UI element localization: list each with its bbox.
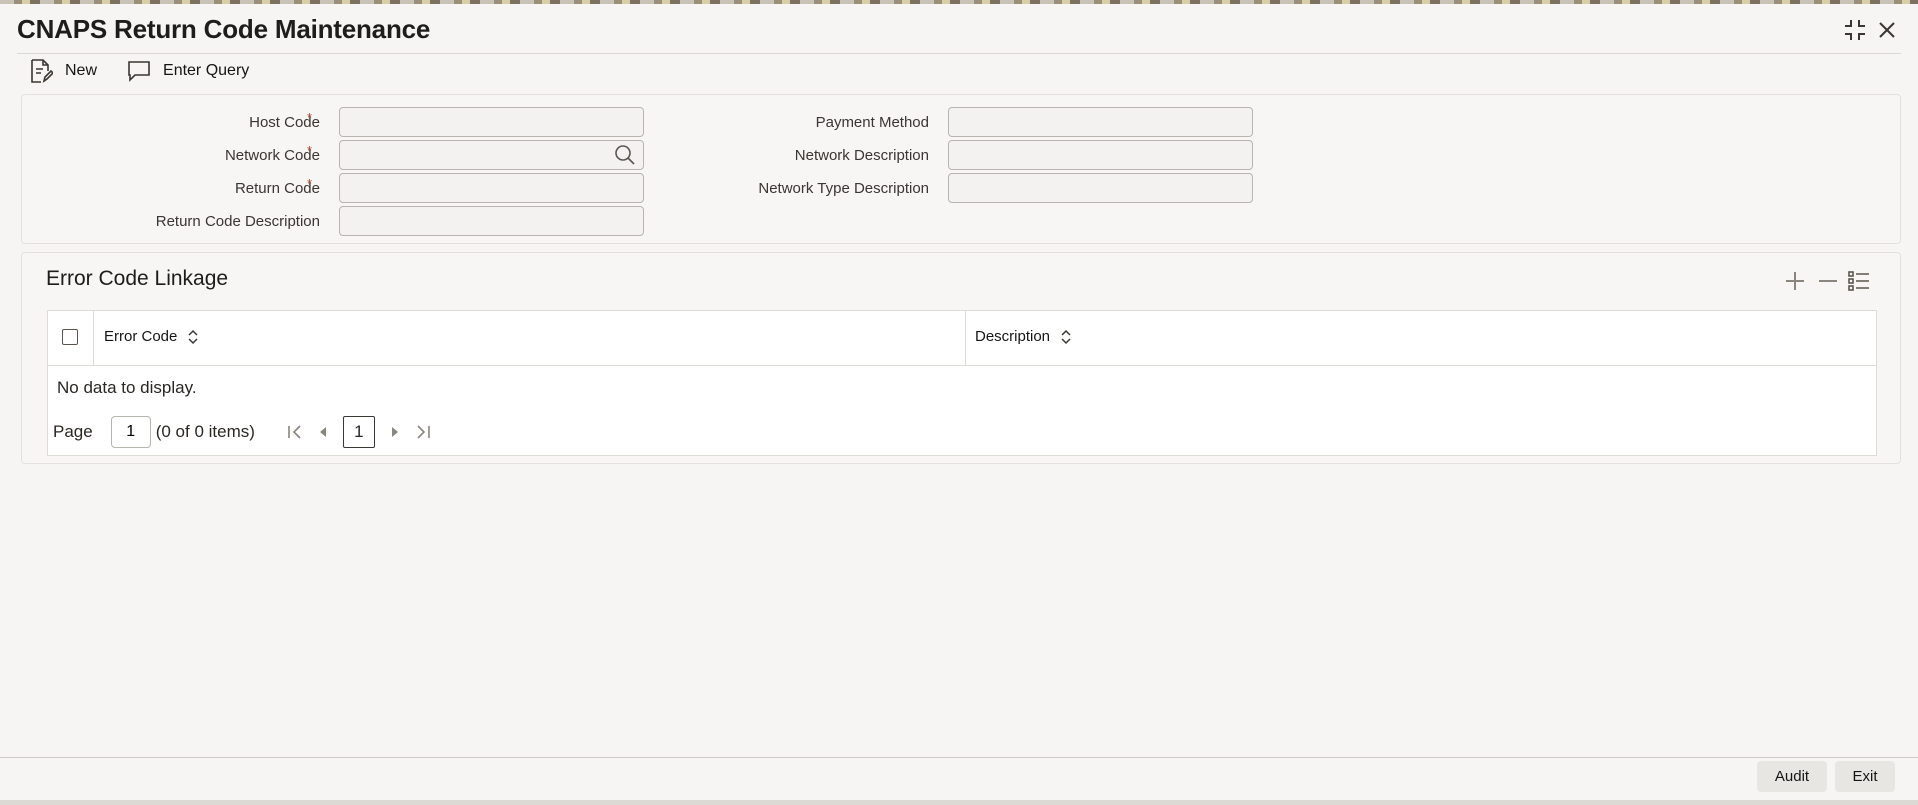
network-code-required-marker: * <box>307 143 313 158</box>
error-code-table: Error Code Description No data to displa… <box>47 310 1877 456</box>
toolbar: New Enter Query <box>17 55 261 87</box>
return-code-input[interactable] <box>339 173 644 203</box>
column-divider <box>93 311 94 365</box>
payment-method-input[interactable] <box>948 107 1253 137</box>
host-code-required-marker: * <box>307 110 313 125</box>
column-header-description[interactable]: Description <box>975 328 1072 345</box>
audit-button[interactable]: Audit <box>1757 761 1827 792</box>
single-view-list-icon[interactable] <box>1847 269 1871 293</box>
column-header-error-code-label: Error Code <box>104 328 178 345</box>
sort-icon <box>1061 329 1071 344</box>
maximize-icon[interactable] <box>1843 18 1867 42</box>
empty-table-message: No data to display. <box>57 378 197 397</box>
network-code-input[interactable] <box>339 140 644 170</box>
payment-method-label: Payment Method <box>815 114 929 131</box>
column-divider <box>965 311 966 365</box>
return-code-description-input[interactable] <box>339 206 644 236</box>
select-all-checkbox[interactable] <box>62 329 78 345</box>
section-title: Error Code Linkage <box>46 267 229 290</box>
header-form-panel: Host Code * Network Code * Return Code *… <box>21 94 1901 244</box>
add-row-icon[interactable] <box>1783 269 1807 293</box>
window-header: CNAPS Return Code Maintenance <box>0 4 1918 54</box>
pagination: Page (0 of 0 items) 1 <box>53 416 437 448</box>
network-description-input[interactable] <box>948 140 1253 170</box>
exit-button[interactable]: Exit <box>1835 761 1895 792</box>
search-icon[interactable] <box>614 144 636 166</box>
page-number-input[interactable] <box>110 416 151 448</box>
sort-icon <box>188 329 198 344</box>
bottom-strip <box>0 800 1918 805</box>
next-page-icon[interactable] <box>381 416 409 448</box>
first-page-icon[interactable] <box>281 416 309 448</box>
return-code-required-marker: * <box>307 176 313 191</box>
page-title: CNAPS Return Code Maintenance <box>17 14 431 44</box>
network-description-label: Network Description <box>794 147 929 164</box>
new-button[interactable]: New <box>17 55 109 87</box>
host-code-input[interactable] <box>339 107 644 137</box>
network-type-description-label: Network Type Description <box>758 180 929 197</box>
new-label: New <box>65 62 98 79</box>
table-header: Error Code Description <box>48 311 1876 366</box>
page-label: Page <box>53 422 93 441</box>
current-page-button[interactable]: 1 <box>342 416 375 448</box>
previous-page-icon[interactable] <box>309 416 337 448</box>
enter-query-label: Enter Query <box>163 62 250 79</box>
enter-query-button[interactable]: Enter Query <box>115 55 261 87</box>
network-code-label: Network Code <box>224 147 320 164</box>
delete-row-icon[interactable] <box>1816 269 1840 293</box>
footer-bar: Audit Exit <box>0 758 1918 800</box>
last-page-icon[interactable] <box>409 416 437 448</box>
network-type-description-input[interactable] <box>948 173 1253 203</box>
error-code-linkage-panel: Error Code Linkage Error Code Descriptio… <box>21 252 1901 464</box>
return-code-description-label: Return Code Description <box>155 213 320 230</box>
new-document-icon <box>31 59 53 83</box>
header-divider <box>17 53 1901 54</box>
column-header-description-label: Description <box>975 328 1051 345</box>
close-icon[interactable] <box>1875 18 1899 42</box>
query-chat-icon <box>128 61 150 82</box>
items-summary: (0 of 0 items) <box>155 422 255 441</box>
column-header-error-code[interactable]: Error Code <box>104 328 199 345</box>
